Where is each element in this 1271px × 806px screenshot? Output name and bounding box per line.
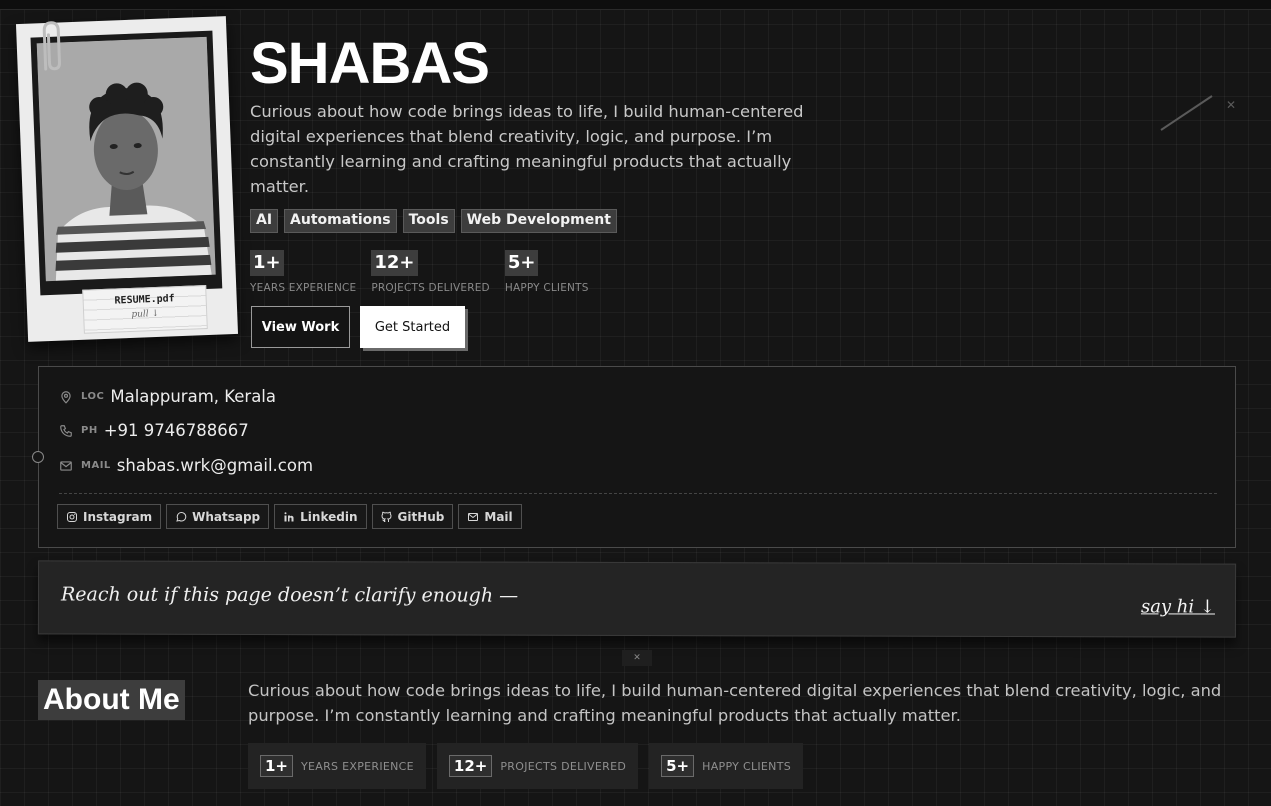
stat-experience: 1+ YEARS EXPERIENCE xyxy=(250,250,356,294)
tag-ai: AI xyxy=(250,209,279,233)
phone-label: PH xyxy=(81,425,98,436)
hero-bio: Curious about how code brings ideas to l… xyxy=(250,102,804,196)
top-bar xyxy=(0,0,1271,10)
hero-actions: View Work Get Started xyxy=(251,306,465,348)
resume-pull-hint: pull ↓ xyxy=(131,308,160,320)
stat-value: 1+ xyxy=(250,250,284,276)
phone-value[interactable]: +91 9746788667 xyxy=(104,421,249,440)
mail-value[interactable]: shabas.wrk@gmail.com xyxy=(117,456,313,475)
location-value: Malappuram, Kerala xyxy=(110,387,277,406)
close-icon[interactable]: ✕ xyxy=(1226,98,1236,112)
social-label: GitHub xyxy=(397,509,445,524)
skill-tags: AI Automations Tools Web Development xyxy=(250,209,617,233)
instagram-icon xyxy=(67,511,77,522)
stat-clients: 5+ HAPPY CLIENTS xyxy=(504,250,589,294)
social-label: Mail xyxy=(484,509,513,524)
about-stats: 1+ YEARS EXPERIENCE 12+ PROJECTS DELIVER… xyxy=(248,743,803,789)
stat-value: 5+ xyxy=(504,250,539,276)
mail-icon xyxy=(60,460,72,471)
about-stat-clients: 5+ HAPPY CLIENTS xyxy=(649,743,803,789)
reach-out-text: Reach out if this page doesn’t clarify e… xyxy=(60,583,519,607)
phone-icon xyxy=(60,424,72,437)
tag-tools: Tools xyxy=(402,209,455,233)
social-label: Linkedin xyxy=(300,509,358,524)
stat-label: PROJECTS DELIVERED xyxy=(371,282,490,294)
social-instagram[interactable]: Instagram xyxy=(57,504,162,529)
close-icon[interactable]: ✕ xyxy=(622,650,652,666)
stat-label: YEARS EXPERIENCE xyxy=(301,759,414,773)
stat-label: HAPPY CLIENTS xyxy=(504,282,589,294)
card-pin-dot xyxy=(32,451,44,463)
stat-label: HAPPY CLIENTS xyxy=(702,759,791,773)
stat-value: 12+ xyxy=(371,250,418,276)
social-mail[interactable]: Mail xyxy=(458,504,522,529)
resume-filename: RESUME.pdf xyxy=(114,293,175,307)
decorative-line xyxy=(1160,95,1213,131)
stat-value: 5+ xyxy=(661,755,695,777)
stat-value: 1+ xyxy=(260,755,294,777)
social-github[interactable]: GitHub xyxy=(371,504,454,529)
linkedin-icon xyxy=(284,511,294,521)
tag-web-development: Web Development xyxy=(460,209,617,233)
contact-card: LOC Malappuram, Kerala PH +91 9746788667… xyxy=(32,366,1236,548)
stat-label: PROJECTS DELIVERED xyxy=(500,759,627,773)
social-whatsapp[interactable]: Whatsapp xyxy=(166,504,270,529)
get-started-button[interactable]: Get Started xyxy=(360,306,465,348)
stat-label: YEARS EXPERIENCE xyxy=(250,282,357,294)
about-title: About Me xyxy=(38,680,185,720)
map-pin-icon xyxy=(61,390,71,404)
social-label: Whatsapp xyxy=(192,509,261,524)
reach-out-banner: Reach out if this page doesn’t clarify e… xyxy=(37,560,1237,638)
stat-projects: 12+ PROJECTS DELIVERED xyxy=(371,250,490,294)
mail-label: MAIL xyxy=(81,460,111,471)
hero-stats: 1+ YEARS EXPERIENCE 12+ PROJECTS DELIVER… xyxy=(250,250,589,294)
mail-icon xyxy=(468,512,479,521)
about-stat-experience: 1+ YEARS EXPERIENCE xyxy=(248,743,426,789)
contact-mail: MAIL shabas.wrk@gmail.com xyxy=(59,456,313,475)
profile-polaroid: RESUME.pdf pull ↓ xyxy=(15,16,239,342)
paperclip-icon xyxy=(36,18,68,79)
social-linkedin[interactable]: Linkedin xyxy=(274,504,367,529)
social-label: Instagram xyxy=(83,509,153,524)
stat-value: 12+ xyxy=(448,755,493,777)
about-stat-projects: 12+ PROJECTS DELIVERED xyxy=(436,743,639,789)
location-label: LOC xyxy=(81,391,105,402)
about-bio: Curious about how code brings ideas to l… xyxy=(248,681,1222,725)
whatsapp-icon xyxy=(176,511,187,522)
tag-automations: Automations xyxy=(284,209,397,233)
resume-pull-tag[interactable]: RESUME.pdf pull ↓ xyxy=(82,285,208,334)
view-work-button[interactable]: View Work xyxy=(251,306,350,348)
contact-phone: PH +91 9746788667 xyxy=(59,421,249,440)
contact-location: LOC Malappuram, Kerala xyxy=(59,387,276,406)
say-hi-link[interactable]: say hi ↓ xyxy=(1141,596,1215,617)
hero-name: SHABAS xyxy=(250,31,490,96)
social-links: Instagram Whatsapp Linkedin GitHub Mail xyxy=(57,504,522,529)
contact-divider xyxy=(59,493,1217,494)
github-icon xyxy=(380,511,392,522)
